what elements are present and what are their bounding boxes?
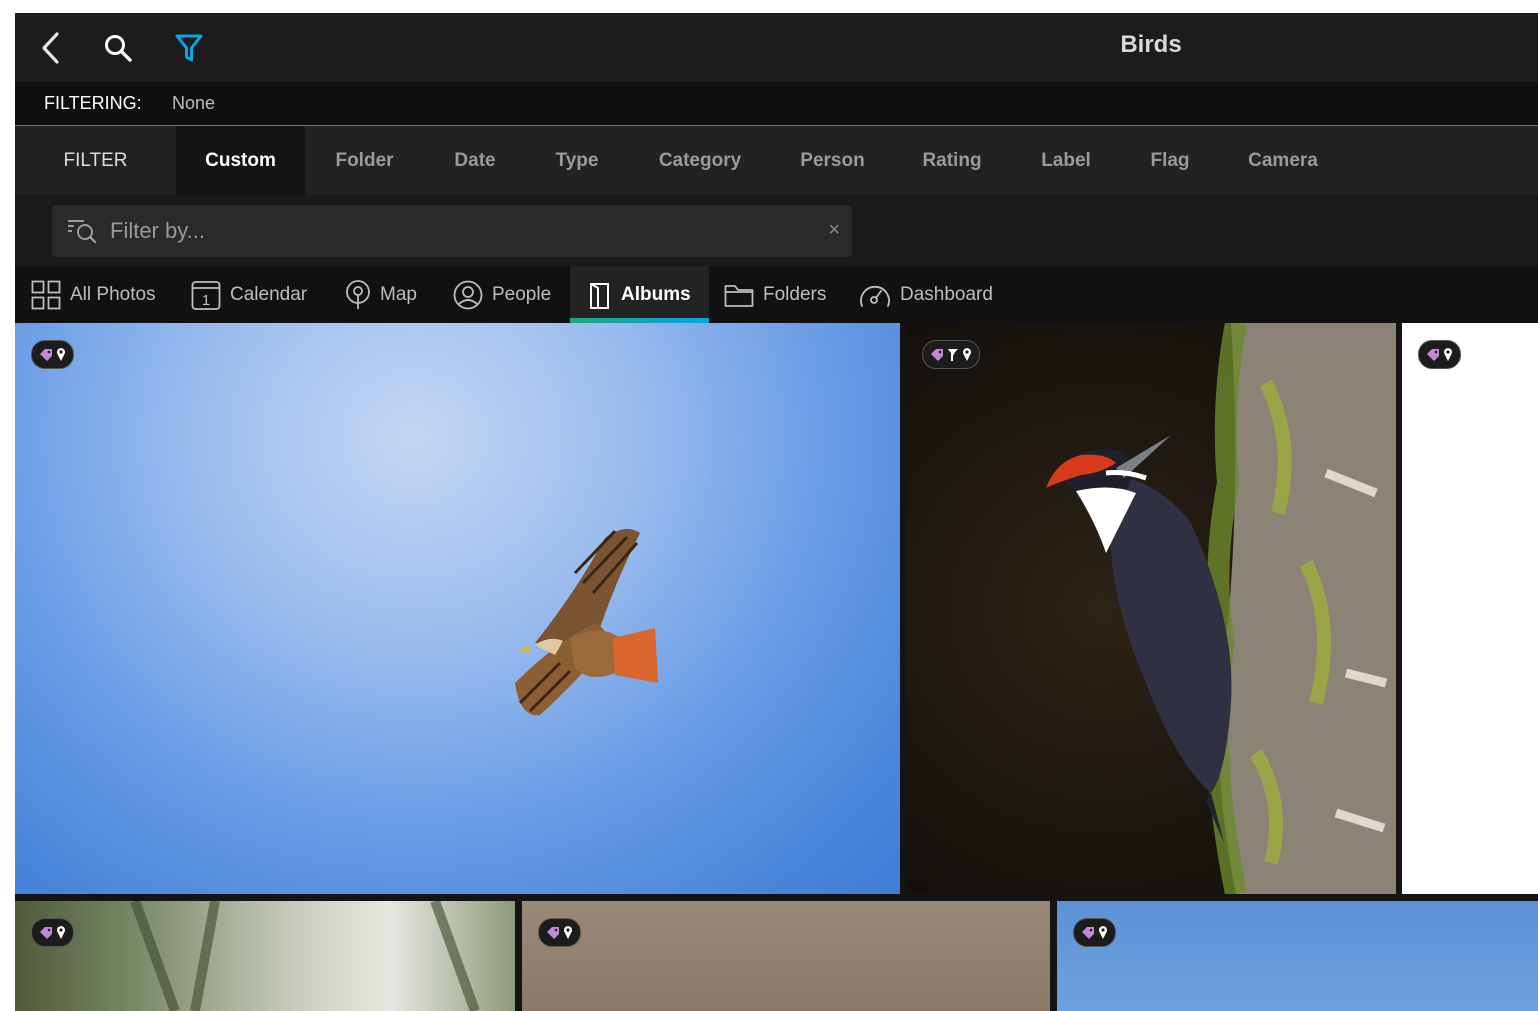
- calendar-icon: 1: [191, 280, 221, 310]
- photo-badges: [31, 340, 74, 369]
- pine-image: [130, 901, 480, 1011]
- nav-label-albums: Albums: [621, 283, 691, 305]
- photo-badges: [1073, 918, 1116, 947]
- nav-label-folders: Folders: [763, 283, 827, 305]
- hawk-image: [515, 529, 658, 716]
- nav-albums[interactable]: Albums: [570, 266, 709, 323]
- nav-label-dashboard: Dashboard: [900, 283, 993, 305]
- top-bar: Birds: [15, 13, 1538, 82]
- tab-rating[interactable]: Rating: [908, 126, 996, 195]
- clear-search-icon[interactable]: ×: [828, 219, 840, 242]
- photo-tile-sky[interactable]: [1057, 901, 1538, 1011]
- filter-funnel-icon[interactable]: [171, 30, 207, 66]
- pin-icon: [57, 348, 65, 361]
- back-icon[interactable]: [33, 30, 69, 66]
- photo-badges: [922, 340, 980, 369]
- nav-label-calendar: Calendar: [230, 283, 308, 305]
- calendar-day-number: 1: [202, 292, 210, 309]
- grid-icon: [31, 280, 61, 309]
- dashboard-gauge-icon: [860, 285, 890, 307]
- pin-icon: [57, 926, 65, 939]
- woodpecker-image: [1046, 323, 1396, 894]
- tag-icon: [931, 348, 943, 361]
- tag-icon: [40, 926, 52, 939]
- tag-icon: [40, 348, 52, 361]
- map-pin-icon: [346, 279, 370, 309]
- page-title: Birds: [1120, 31, 1182, 58]
- flag-icon: [948, 348, 958, 361]
- filter-search-input[interactable]: Filter by... ×: [52, 205, 852, 257]
- photo-tile-hawk[interactable]: [15, 323, 900, 894]
- filter-search-icon: [66, 217, 98, 250]
- nav-calendar[interactable]: 1 Calendar: [191, 266, 316, 323]
- view-nav: All Photos 1 Calendar Map People Albums …: [15, 266, 1538, 323]
- filtering-label: FILTERING:: [44, 93, 142, 113]
- filter-tabs: FILTER Custom Folder Date Type Category …: [15, 126, 1538, 195]
- photo-badges: [1418, 340, 1461, 369]
- tab-type[interactable]: Type: [542, 126, 612, 195]
- filtering-value: None: [172, 93, 216, 113]
- photo-badges: [31, 918, 74, 947]
- tag-icon: [547, 926, 559, 939]
- nav-all-photos[interactable]: All Photos: [31, 266, 161, 323]
- nav-label-people: People: [492, 283, 552, 305]
- photo-app-window: Birds FILTERING: None FILTER Custom Fold…: [15, 13, 1538, 1011]
- filter-tabs-label: FILTER: [63, 150, 128, 171]
- album-icon: [590, 282, 609, 309]
- photo-badges: [538, 918, 581, 947]
- tab-camera[interactable]: Camera: [1237, 126, 1329, 195]
- pin-icon: [564, 926, 572, 939]
- tab-flag[interactable]: Flag: [1137, 126, 1203, 195]
- folder-icon: [724, 284, 754, 307]
- photo-tile-white[interactable]: [1402, 323, 1538, 894]
- nav-people[interactable]: People: [453, 266, 555, 323]
- filter-search-row: Filter by... ×: [15, 195, 1538, 266]
- tab-person[interactable]: Person: [785, 126, 880, 195]
- tab-date[interactable]: Date: [440, 126, 510, 195]
- nav-dashboard[interactable]: Dashboard: [859, 266, 1004, 323]
- nav-folders[interactable]: Folders: [724, 266, 834, 323]
- filter-search-placeholder: Filter by...: [110, 218, 205, 243]
- photo-tile-pine[interactable]: [15, 901, 515, 1011]
- tab-folder[interactable]: Folder: [322, 126, 407, 195]
- tag-icon: [1427, 348, 1439, 361]
- nav-map[interactable]: Map: [345, 266, 425, 323]
- tab-label[interactable]: Label: [1028, 126, 1104, 195]
- pin-icon: [1444, 348, 1452, 361]
- photo-tile-woodpecker[interactable]: [906, 323, 1396, 894]
- search-icon[interactable]: [100, 30, 136, 66]
- pin-icon: [1099, 926, 1107, 939]
- pin-icon: [963, 348, 971, 361]
- photo-tile-brown[interactable]: [522, 901, 1050, 1011]
- nav-label-all-photos: All Photos: [70, 283, 156, 305]
- tab-category[interactable]: Category: [643, 126, 757, 195]
- tag-icon: [1082, 926, 1094, 939]
- person-icon: [453, 280, 483, 309]
- tab-custom[interactable]: Custom: [176, 126, 305, 195]
- nav-label-map: Map: [380, 283, 417, 305]
- filtering-status-bar: FILTERING: None: [15, 82, 1538, 126]
